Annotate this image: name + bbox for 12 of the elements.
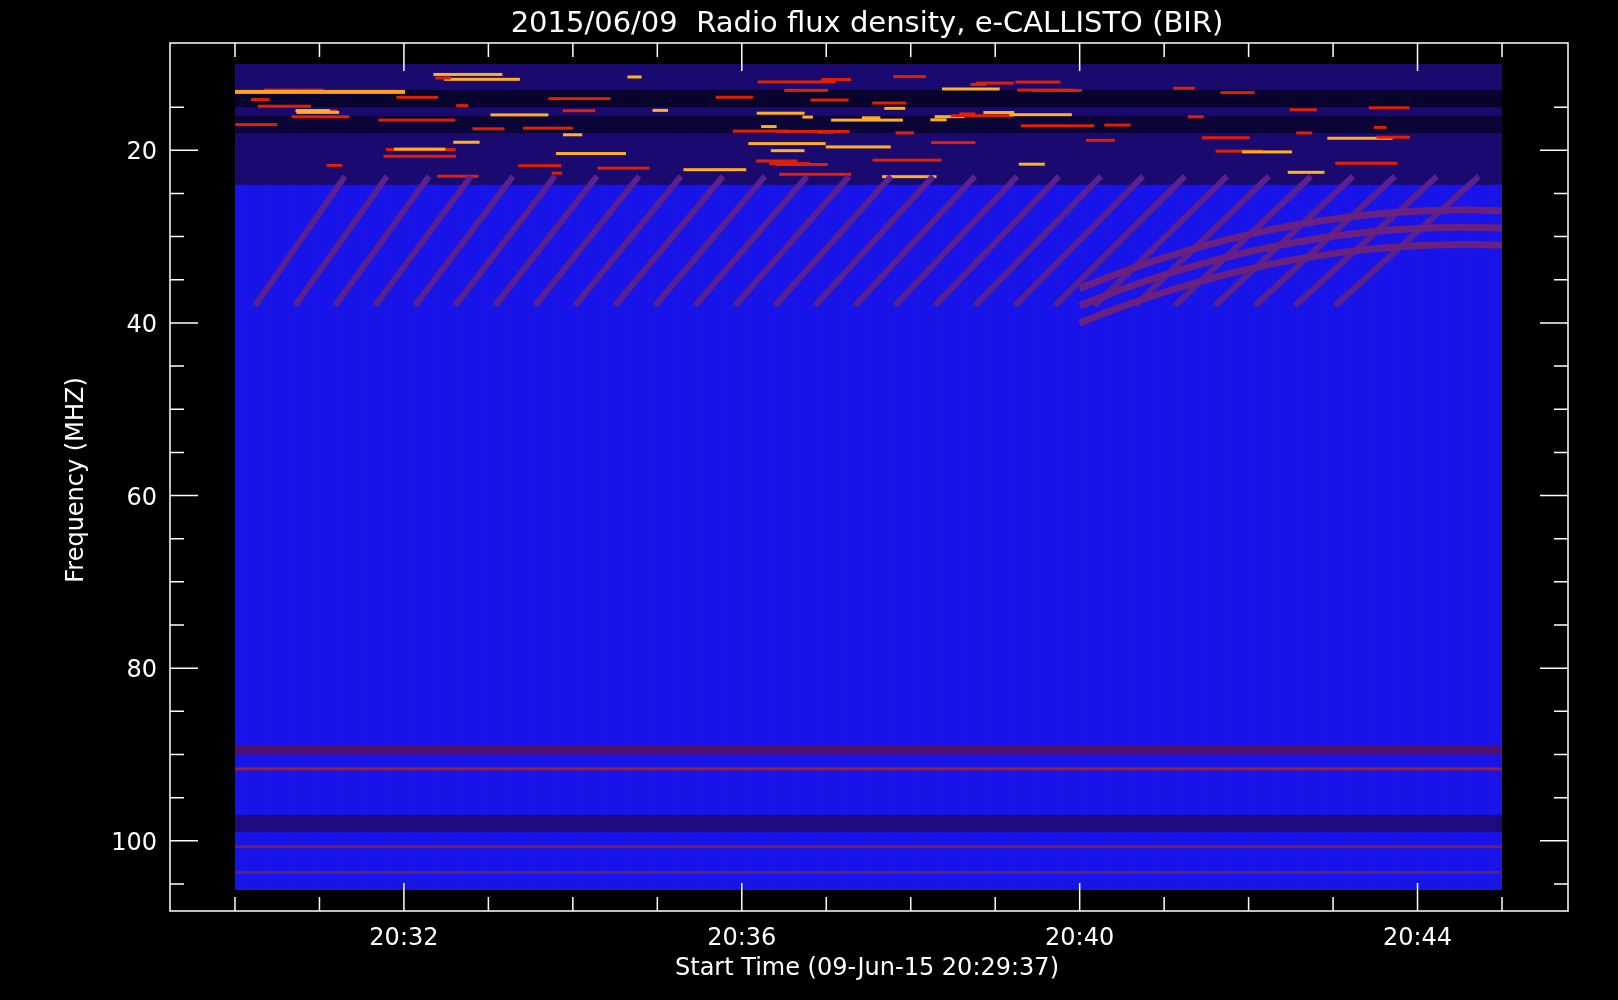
chart-title: 2015/06/09 Radio flux density, e-CALLISTO (BIR) xyxy=(510,5,1224,39)
y-tick-label: 80 xyxy=(126,655,157,684)
x-axis-label: Start Time (09-Jun-15 20:29:37) xyxy=(675,953,1059,981)
y-tick-label: 40 xyxy=(126,309,157,338)
y-tick-label: 100 xyxy=(111,827,157,856)
x-tick-label: 20:32 xyxy=(369,923,439,951)
x-tick-label: 20:36 xyxy=(707,923,777,951)
y-axis-label: Frequency (MHZ) xyxy=(61,377,89,583)
y-tick-label: 60 xyxy=(126,482,157,511)
x-tick-label: 20:40 xyxy=(1045,923,1115,951)
x-tick-label: 20:44 xyxy=(1382,923,1453,951)
y-tick-label: 20 xyxy=(126,137,157,166)
